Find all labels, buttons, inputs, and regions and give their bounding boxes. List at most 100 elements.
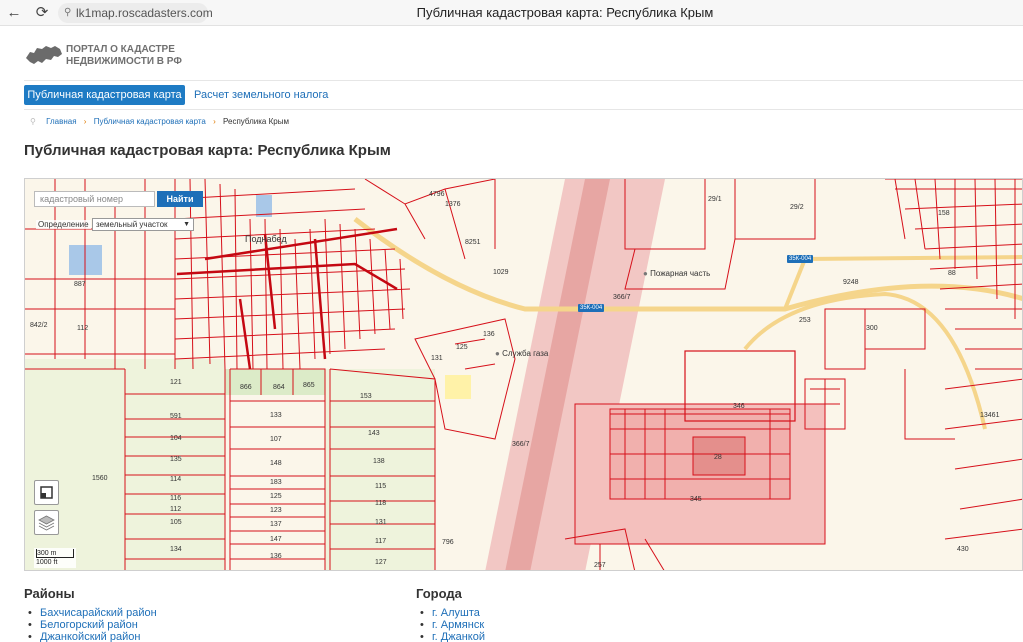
nav-public-cadastral-map[interactable]: Публичная кадастровая карта [24, 85, 185, 105]
parcel-label[interactable]: 28 [714, 454, 722, 462]
fullscreen-button[interactable] [34, 480, 59, 505]
map-scale: 300 m 1000 ft [34, 548, 76, 568]
parcel-label[interactable]: 147 [270, 536, 282, 544]
parcel-label[interactable]: 112 [77, 325, 88, 333]
definition-selected-value: земельный участок [96, 220, 168, 229]
poi-gas-service[interactable]: ● Служба газа [495, 349, 548, 358]
chevron-down-icon: ▼ [183, 221, 190, 228]
search-button[interactable]: Найти [157, 191, 203, 207]
layers-icon [38, 515, 55, 531]
cadastral-number-input[interactable] [34, 191, 155, 207]
road-badge: 35К-004 [787, 255, 814, 263]
breadcrumb-current: Республика Крым [223, 117, 289, 126]
parcel-label[interactable]: 864 [273, 384, 285, 392]
parcel-label[interactable]: 125 [270, 493, 282, 501]
site-logo[interactable]: ПОРТАЛ О КАДАСТРЕ НЕДВИЖИМОСТИ В РФ [24, 40, 224, 74]
parcel-label[interactable]: 796 [442, 539, 454, 547]
parcel-label[interactable]: 253 [799, 317, 811, 325]
cities-list: г. Алушта г. Армянск г. Джанкой [416, 607, 485, 642]
definition-label: Определение [36, 220, 91, 229]
parcel-label[interactable]: 346 [733, 403, 745, 411]
url-text: lk1map.roscadasters.com [76, 6, 213, 20]
parcel-label[interactable]: 4796 [429, 191, 445, 199]
district-link[interactable]: Белогорский район [40, 619, 138, 631]
parcel-label[interactable]: 133 [270, 412, 282, 420]
district-link[interactable]: Джанкойский район [40, 631, 140, 642]
parcel-label[interactable]: 114 [170, 476, 181, 484]
parcel-label[interactable]: 127 [375, 559, 387, 567]
city-link[interactable]: г. Алушта [432, 607, 480, 619]
parcel-label[interactable]: 131 [375, 519, 387, 527]
parcel-label[interactable]: 29/1 [708, 196, 722, 204]
parcel-label[interactable]: 865 [303, 382, 315, 390]
parcel-label[interactable]: 107 [270, 436, 282, 444]
parcel-label[interactable]: 9248 [843, 279, 859, 287]
parcel-label[interactable]: 148 [270, 460, 282, 468]
parcel-label[interactable]: 88 [948, 270, 956, 278]
parcel-label[interactable]: 117 [375, 538, 386, 546]
parcel-label[interactable]: 131 [431, 355, 443, 363]
divider [24, 109, 1023, 110]
reload-icon[interactable]: ⟳ [32, 3, 52, 23]
city-link[interactable]: г. Джанкой [432, 631, 485, 642]
breadcrumb-home[interactable]: Главная [46, 117, 76, 126]
parcel-label[interactable]: 125 [456, 344, 468, 352]
parcel-label[interactable]: 1376 [445, 201, 461, 209]
breadcrumb: ⚲ Главная › Публичная кадастровая карта … [30, 116, 289, 128]
parcel-label[interactable]: 143 [368, 430, 380, 438]
cadastral-map[interactable]: Найти Определение земельный участок ▼ 30… [24, 178, 1023, 571]
parcel-label[interactable]: 104 [170, 435, 182, 443]
parcel-label[interactable]: 300 [866, 325, 878, 333]
parcel-label[interactable]: 29/2 [790, 204, 804, 212]
nav-land-tax-calculator[interactable]: Расчет земельного налога [194, 85, 328, 105]
fullscreen-icon [40, 486, 53, 499]
definition-select[interactable]: земельный участок ▼ [92, 218, 194, 231]
parcel-label[interactable]: 591 [170, 413, 182, 421]
parcel-label[interactable]: 136 [483, 331, 495, 339]
parcel-label[interactable]: 345 [690, 496, 702, 504]
parcel-label[interactable]: 257 [594, 562, 606, 570]
road-badge: 35К-004 [578, 304, 605, 312]
parcel-label[interactable]: 866 [240, 384, 252, 392]
parcel-label[interactable]: 112 [170, 506, 181, 514]
parcel-label[interactable]: 1560 [92, 475, 108, 483]
breadcrumb-public-map[interactable]: Публичная кадастровая карта [94, 117, 206, 126]
back-icon[interactable]: ← [4, 3, 24, 23]
parcel-label[interactable]: 123 [270, 507, 282, 515]
poi-gas-label: Служба газа [502, 349, 549, 358]
layers-button[interactable] [34, 510, 59, 535]
parcel-label[interactable]: 135 [170, 456, 182, 464]
districts-list: Бахчисарайский район Белогорский район Д… [24, 607, 157, 642]
parcel-label[interactable]: 121 [170, 379, 182, 387]
parcel-label[interactable]: 158 [938, 210, 950, 218]
parcel-label[interactable]: 105 [170, 519, 182, 527]
poi-fire-station[interactable]: ● Пожарная часть [643, 269, 710, 278]
location-pin-icon: ⚲ [30, 117, 36, 126]
parcel-label[interactable]: 13461 [980, 412, 999, 420]
parcel-label[interactable]: 842/2 [30, 322, 48, 330]
parcel-label[interactable]: 183 [270, 479, 282, 487]
place-label: Поднабед [245, 234, 287, 244]
parcel-label[interactable]: 430 [957, 546, 969, 554]
parcel-label[interactable]: 137 [270, 521, 282, 529]
parcel-label[interactable]: 153 [360, 393, 372, 401]
parcel-label[interactable]: 118 [375, 500, 386, 508]
parcel-label[interactable]: 366/7 [512, 441, 530, 449]
parcel-label[interactable]: 887 [74, 281, 86, 289]
site-info-icon[interactable]: ⚲ [64, 3, 71, 23]
parcel-label[interactable]: 1029 [493, 269, 509, 277]
district-link[interactable]: Бахчисарайский район [40, 607, 157, 619]
parcel-label[interactable]: 134 [170, 546, 182, 554]
parcel-label[interactable]: 116 [170, 495, 181, 503]
city-link[interactable]: г. Армянск [432, 619, 484, 631]
list-item: г. Армянск [416, 619, 485, 631]
parcel-label[interactable]: 366/7 [613, 294, 631, 302]
address-bar[interactable]: ⚲ lk1map.roscadasters.com [58, 3, 213, 23]
parcel-label[interactable]: 115 [375, 483, 386, 491]
parcel-label[interactable]: 138 [373, 458, 385, 466]
chevron-right-icon: › [83, 117, 87, 126]
list-item: г. Алушта [416, 607, 485, 619]
parcel-label[interactable]: 8251 [465, 239, 481, 247]
parcel-label[interactable]: 136 [270, 553, 282, 561]
russia-map-icon [26, 46, 62, 64]
